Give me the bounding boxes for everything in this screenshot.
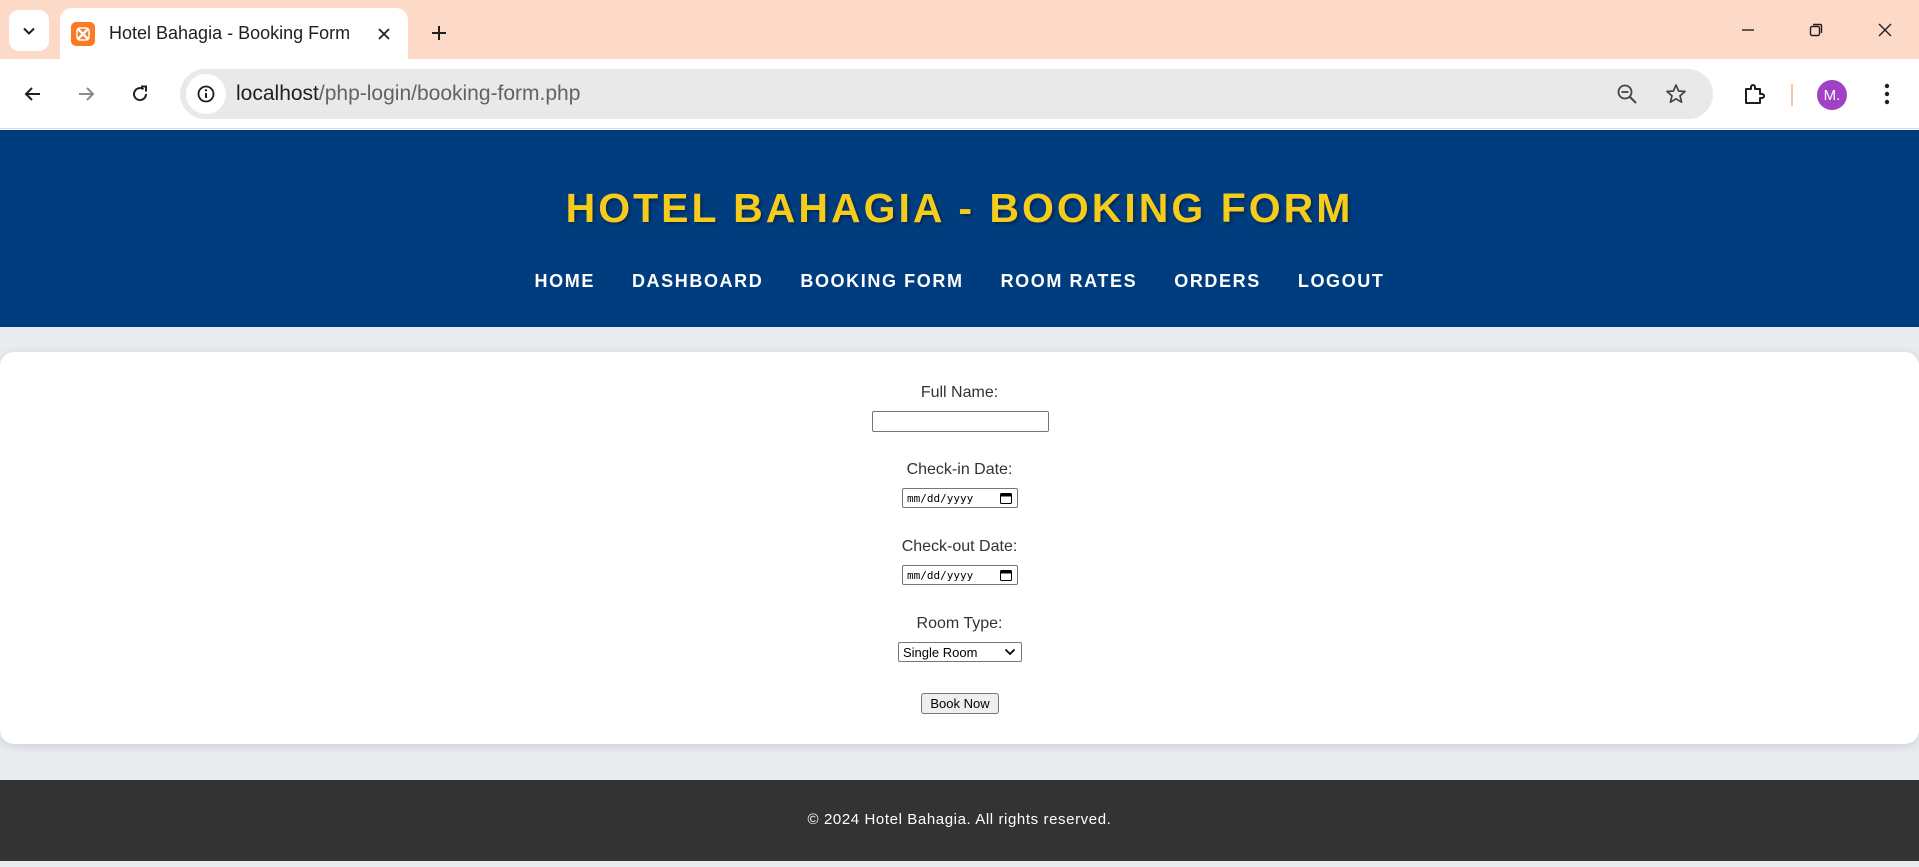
new-tab-plus-icon[interactable] [422, 16, 456, 50]
room-type-selected-value: Single Room [903, 644, 978, 660]
xampp-favicon-icon [71, 21, 95, 46]
page-content: HOTEL BAHAGIA - BOOKING FORM HOME DASHBO… [0, 130, 1919, 867]
toolbar-divider [1791, 84, 1793, 106]
tab-search-button[interactable] [9, 10, 49, 51]
nav-link-orders[interactable]: ORDERS [1174, 271, 1261, 292]
checkout-date-input[interactable]: mm/dd/yyyy [902, 565, 1018, 585]
bookmark-star-icon[interactable] [1659, 77, 1693, 111]
calendar-icon[interactable] [1000, 569, 1012, 581]
full-name-input[interactable] [872, 411, 1049, 432]
nav-link-room-rates[interactable]: ROOM RATES [1001, 271, 1138, 292]
extensions-puzzle-icon[interactable] [1733, 73, 1775, 115]
nav-link-dashboard[interactable]: DASHBOARD [632, 271, 763, 292]
nav-link-booking-form[interactable]: BOOKING FORM [800, 271, 963, 292]
address-bar[interactable]: localhost/php-login/booking-form.php [180, 69, 1713, 119]
close-tab-icon[interactable] [370, 20, 398, 48]
url-text: localhost/php-login/booking-form.php [236, 82, 580, 106]
site-header: HOTEL BAHAGIA - BOOKING FORM HOME DASHBO… [0, 130, 1919, 327]
room-type-select[interactable]: Single Room [898, 642, 1022, 662]
checkout-date-label: Check-out Date: [901, 538, 1018, 555]
checkin-date-input[interactable]: mm/dd/yyyy [902, 488, 1018, 508]
browser-toolbar: localhost/php-login/booking-form.php M. [0, 59, 1919, 129]
checkin-date-label: Check-in Date: [906, 461, 1013, 478]
room-type-label: Room Type: [916, 615, 1003, 632]
checkout-date-placeholder: mm/dd/yyyy [907, 568, 974, 582]
site-footer: © 2024 Hotel Bahagia. All rights reserve… [0, 780, 1919, 861]
url-path: /php-login/booking-form.php [318, 82, 581, 105]
book-now-button[interactable]: Book Now [921, 693, 999, 714]
more-options-icon[interactable] [1866, 73, 1908, 115]
close-window-icon[interactable] [1863, 10, 1907, 50]
back-arrow-icon[interactable] [12, 73, 54, 115]
checkin-date-placeholder: mm/dd/yyyy [907, 491, 974, 505]
profile-avatar[interactable]: M. [1817, 80, 1847, 110]
nav-link-logout[interactable]: LOGOUT [1298, 271, 1385, 292]
restore-window-icon[interactable] [1794, 10, 1838, 50]
tab-title: Hotel Bahagia - Booking Form [109, 23, 351, 43]
chevron-down-icon [1004, 648, 1016, 656]
page-title: HOTEL BAHAGIA - BOOKING FORM [565, 185, 1354, 231]
zoom-out-icon[interactable] [1610, 77, 1644, 111]
browser-tabstrip: Hotel Bahagia - Booking Form [0, 0, 1919, 59]
booking-form-card: Full Name: Check-in Date: mm/dd/yyyy Che… [0, 352, 1919, 744]
site-info-icon[interactable] [186, 74, 226, 114]
main-nav: HOME DASHBOARD BOOKING FORM ROOM RATES O… [0, 271, 1919, 292]
browser-tab-active[interactable]: Hotel Bahagia - Booking Form [60, 8, 408, 59]
reload-icon[interactable] [119, 73, 161, 115]
calendar-icon[interactable] [1000, 492, 1012, 504]
forward-arrow-icon[interactable] [65, 73, 107, 115]
chevron-down-icon [23, 27, 35, 35]
nav-link-home[interactable]: HOME [535, 271, 595, 292]
url-host: localhost [236, 82, 319, 105]
footer-copyright: © 2024 Hotel Bahagia. All rights reserve… [807, 811, 1112, 828]
full-name-label: Full Name: [920, 384, 999, 401]
minimize-window-icon[interactable] [1726, 10, 1770, 50]
